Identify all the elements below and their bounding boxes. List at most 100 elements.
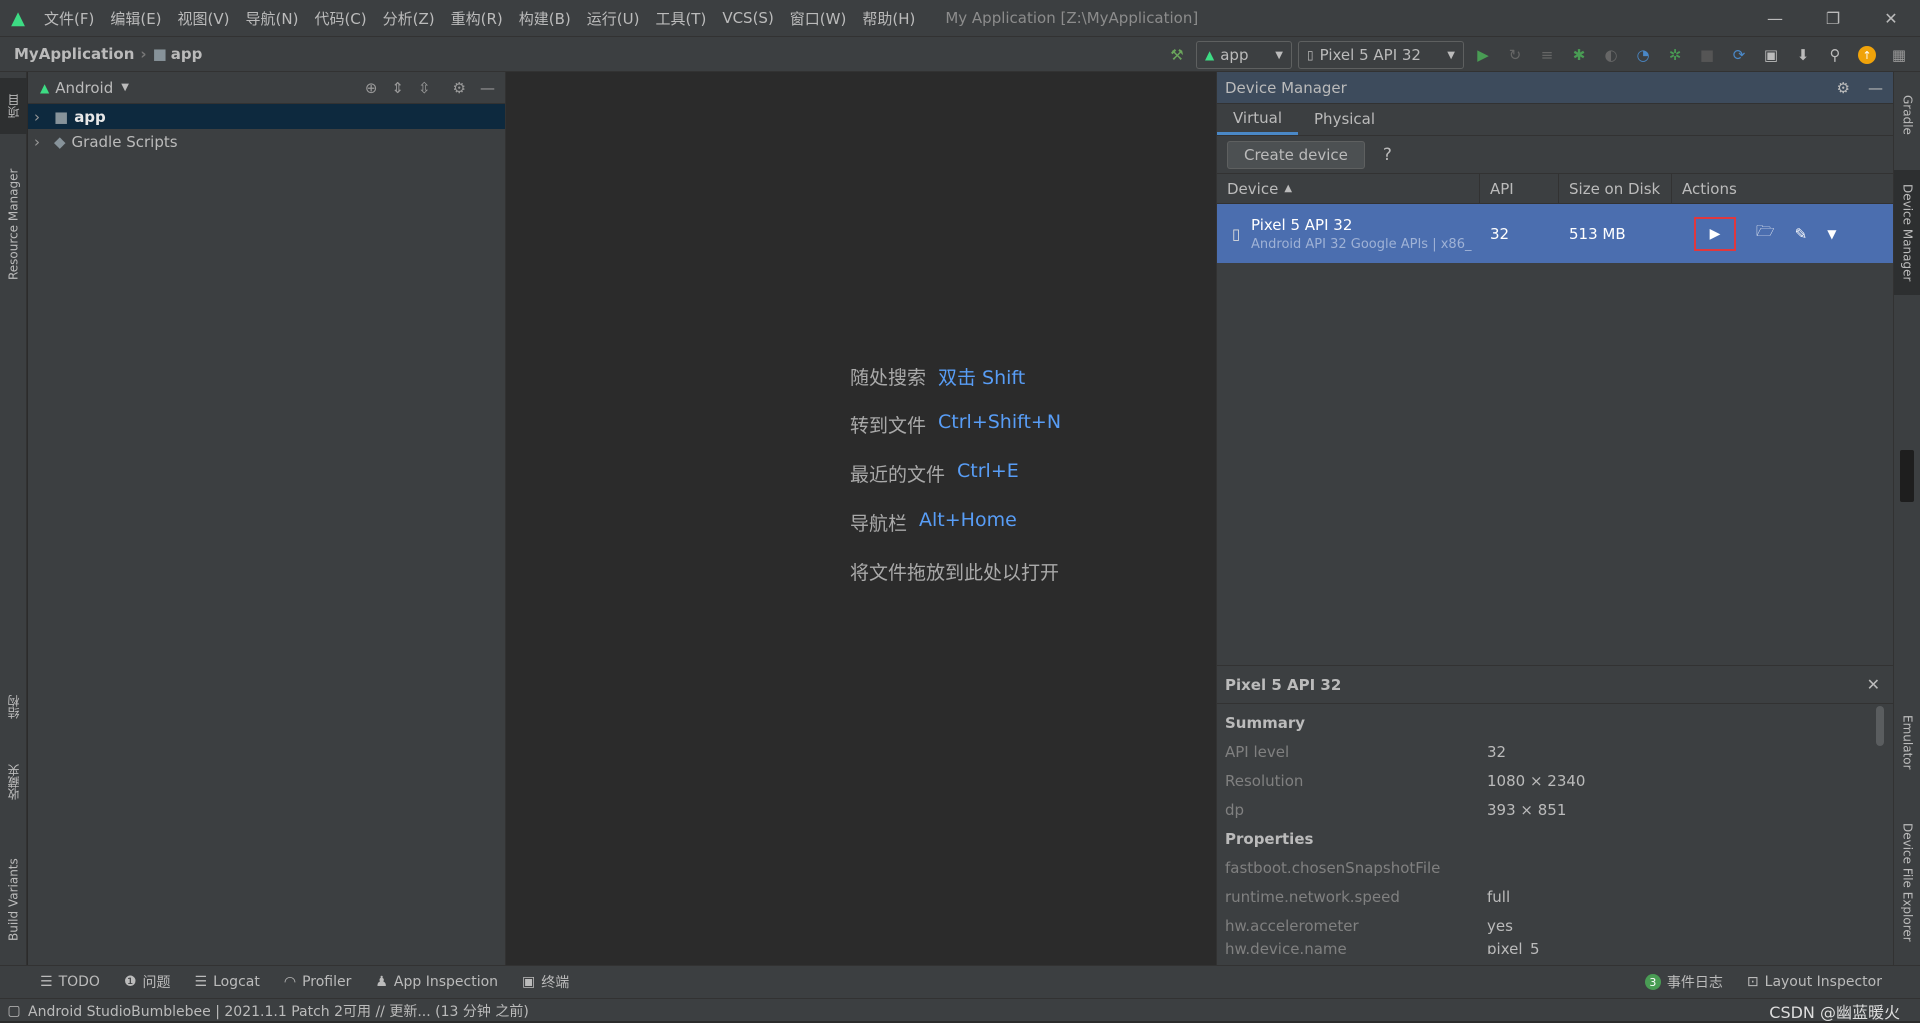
chevron-right-icon[interactable]: › — [34, 108, 48, 126]
menu-vcs[interactable]: VCS(S) — [714, 9, 781, 27]
main-menu: 文件(F) 编辑(E) 视图(V) 导航(N) 代码(C) 分析(Z) 重构(R… — [36, 0, 923, 36]
column-api[interactable]: API — [1480, 173, 1559, 204]
profile-icon[interactable]: ◔ — [1630, 42, 1656, 68]
edit-icon[interactable]: ✎ — [1795, 225, 1808, 243]
terminal-icon: ▣ — [522, 974, 536, 990]
detail-key: runtime.network.speed — [1225, 887, 1400, 906]
breadcrumb-project[interactable]: MyApplication — [14, 45, 134, 63]
menu-window[interactable]: 窗口(W) — [782, 8, 855, 29]
detail-value: 393 × 851 — [1487, 800, 1567, 819]
device-manager-panel: Device Manager ⚙ — Virtual Physical Crea… — [1216, 72, 1894, 965]
search-icon[interactable]: ⚲ — [1822, 42, 1848, 68]
info-icon: ❶ — [123, 974, 137, 990]
hide-icon[interactable]: — — [480, 79, 495, 97]
sync-gradle-icon[interactable]: ⟳ — [1726, 42, 1752, 68]
tab-profiler[interactable]: ◠ Profiler — [272, 974, 364, 990]
menu-refactor[interactable]: 重构(R) — [443, 8, 511, 29]
apply-changes-icon[interactable]: ↻ — [1502, 42, 1528, 68]
menu-tools[interactable]: 工具(T) — [647, 8, 714, 29]
create-device-button[interactable]: Create device — [1227, 140, 1365, 169]
hide-icon[interactable]: — — [1868, 79, 1883, 97]
help-icon[interactable]: ? — [1383, 145, 1392, 165]
tab-structure[interactable]: 结构 — [0, 682, 27, 732]
tab-resource-manager[interactable]: Resource Manager — [0, 152, 27, 297]
tab-event-log[interactable]: 3 事件日志 — [1633, 972, 1735, 992]
menu-code[interactable]: 代码(C) — [306, 8, 374, 29]
tab-device-file-explorer[interactable]: Device File Explorer — [1894, 807, 1920, 957]
tab-logcat[interactable]: ☰ Logcat — [183, 974, 272, 990]
debug-icon[interactable]: ✱ — [1566, 42, 1592, 68]
collapse-all-icon[interactable]: ⇳ — [418, 79, 431, 97]
launch-emulator-icon[interactable]: ▶ — [1694, 216, 1736, 251]
tab-label: 终端 — [541, 975, 570, 991]
expand-all-icon[interactable]: ⇕ — [391, 79, 404, 97]
stop-icon[interactable]: ■ — [1694, 42, 1720, 68]
menu-run[interactable]: 运行(U) — [579, 8, 648, 29]
menu-edit[interactable]: 编辑(E) — [102, 8, 169, 29]
close-icon[interactable]: ✕ — [1867, 675, 1880, 694]
tab-problems[interactable]: ❶ 问题 — [112, 972, 183, 992]
tab-terminal[interactable]: ▣ 终端 — [510, 972, 581, 992]
tab-physical[interactable]: Physical — [1298, 103, 1391, 135]
tab-favorites[interactable]: 收藏夹 — [0, 752, 27, 812]
run-icon[interactable]: ▶ — [1470, 42, 1496, 68]
locate-icon[interactable]: ⊕ — [365, 79, 378, 97]
update-icon[interactable]: ↑ — [1854, 42, 1880, 68]
tab-layout-inspector[interactable]: ⊡ Layout Inspector — [1735, 974, 1894, 990]
apply-code-changes-icon[interactable]: ≡ — [1534, 42, 1560, 68]
hint-label: 最近的文件 — [850, 464, 946, 486]
tab-build-variants[interactable]: Build Variants — [0, 842, 27, 957]
hammer-icon[interactable]: ⚒ — [1164, 42, 1190, 68]
detail-value: pixel_5 — [1487, 940, 1540, 954]
attach-debugger-icon[interactable]: ✲ — [1662, 42, 1688, 68]
tab-project[interactable]: 项目 — [0, 78, 27, 134]
column-device[interactable]: Device ▲ — [1217, 173, 1480, 204]
status-message[interactable]: Android StudioBumblebee | 2021.1.1 Patch… — [28, 1001, 529, 1021]
hint-goto-file: 转到文件 Ctrl+Shift+N — [850, 411, 1061, 438]
tree-item-app[interactable]: › ■ app — [28, 104, 505, 129]
sort-ascending-icon: ▲ — [1284, 183, 1293, 194]
chevron-right-icon[interactable]: › — [34, 133, 48, 151]
menu-analyze[interactable]: 分析(Z) — [375, 8, 443, 29]
tree-item-gradle-scripts[interactable]: › ◆ Gradle Scripts — [28, 129, 505, 154]
breadcrumb: MyApplication › ■ app — [0, 45, 202, 63]
tab-todo[interactable]: ☰ TODO — [28, 974, 112, 990]
close-window-icon[interactable]: ✕ — [1862, 0, 1920, 36]
tab-virtual[interactable]: Virtual — [1217, 103, 1299, 135]
tab-emulator[interactable]: Emulator — [1894, 702, 1920, 782]
menu-build[interactable]: 构建(B) — [511, 8, 579, 29]
menu-help[interactable]: 帮助(H) — [854, 8, 923, 29]
device-select[interactable]: ▯ Pixel 5 API 32 ▼ — [1298, 41, 1464, 69]
avatar[interactable]: ▦ — [1886, 42, 1912, 68]
coverage-icon[interactable]: ◐ — [1598, 42, 1624, 68]
project-view-select[interactable]: Android — [55, 79, 113, 97]
menu-navigate[interactable]: 导航(N) — [238, 8, 307, 29]
hint-label: 转到文件 — [850, 415, 927, 437]
table-row[interactable]: ▯ Pixel 5 API 32 Android API 32 Google A… — [1217, 204, 1893, 263]
detail-value: yes — [1487, 916, 1513, 935]
open-folder-icon[interactable]: 🗁 — [1756, 221, 1775, 246]
device-select-label: Pixel 5 API 32 — [1319, 46, 1421, 64]
device-api: 32 — [1490, 224, 1510, 243]
run-config-select[interactable]: ▲ app ▼ — [1196, 41, 1292, 69]
gear-icon[interactable]: ⚙ — [1837, 79, 1850, 97]
device-manager-icon[interactable]: ▣ — [1758, 42, 1784, 68]
menu-file[interactable]: 文件(F) — [36, 8, 102, 29]
more-actions-icon[interactable]: ▼ — [1827, 227, 1836, 241]
dropdown-arrow-icon[interactable]: ▼ — [121, 82, 129, 93]
tab-device-manager[interactable]: Device Manager — [1894, 170, 1920, 295]
column-size[interactable]: Size on Disk — [1559, 173, 1672, 204]
gear-icon[interactable]: ⚙ — [453, 79, 466, 97]
breadcrumb-module[interactable]: app — [171, 45, 203, 63]
menu-view[interactable]: 视图(V) — [170, 8, 238, 29]
minimize-icon[interactable]: — — [1746, 0, 1804, 36]
device-table-header: Device ▲ API Size on Disk Actions — [1217, 173, 1893, 204]
tab-label: 问题 — [142, 975, 171, 991]
tab-gradle[interactable]: Gradle — [1894, 80, 1920, 150]
sdk-manager-icon[interactable]: ⬇ — [1790, 42, 1816, 68]
main-toolbar: ⚒ ▲ app ▼ ▯ Pixel 5 API 32 ▼ ▶ ↻ ≡ ✱ ◐ ◔… — [1164, 40, 1912, 70]
status-toggle-icon[interactable]: ▢ — [0, 1003, 28, 1019]
restore-icon[interactable]: ❐ — [1804, 0, 1862, 36]
tab-app-inspection[interactable]: ♟ App Inspection — [363, 974, 510, 990]
details-scrollbar[interactable] — [1876, 706, 1884, 746]
